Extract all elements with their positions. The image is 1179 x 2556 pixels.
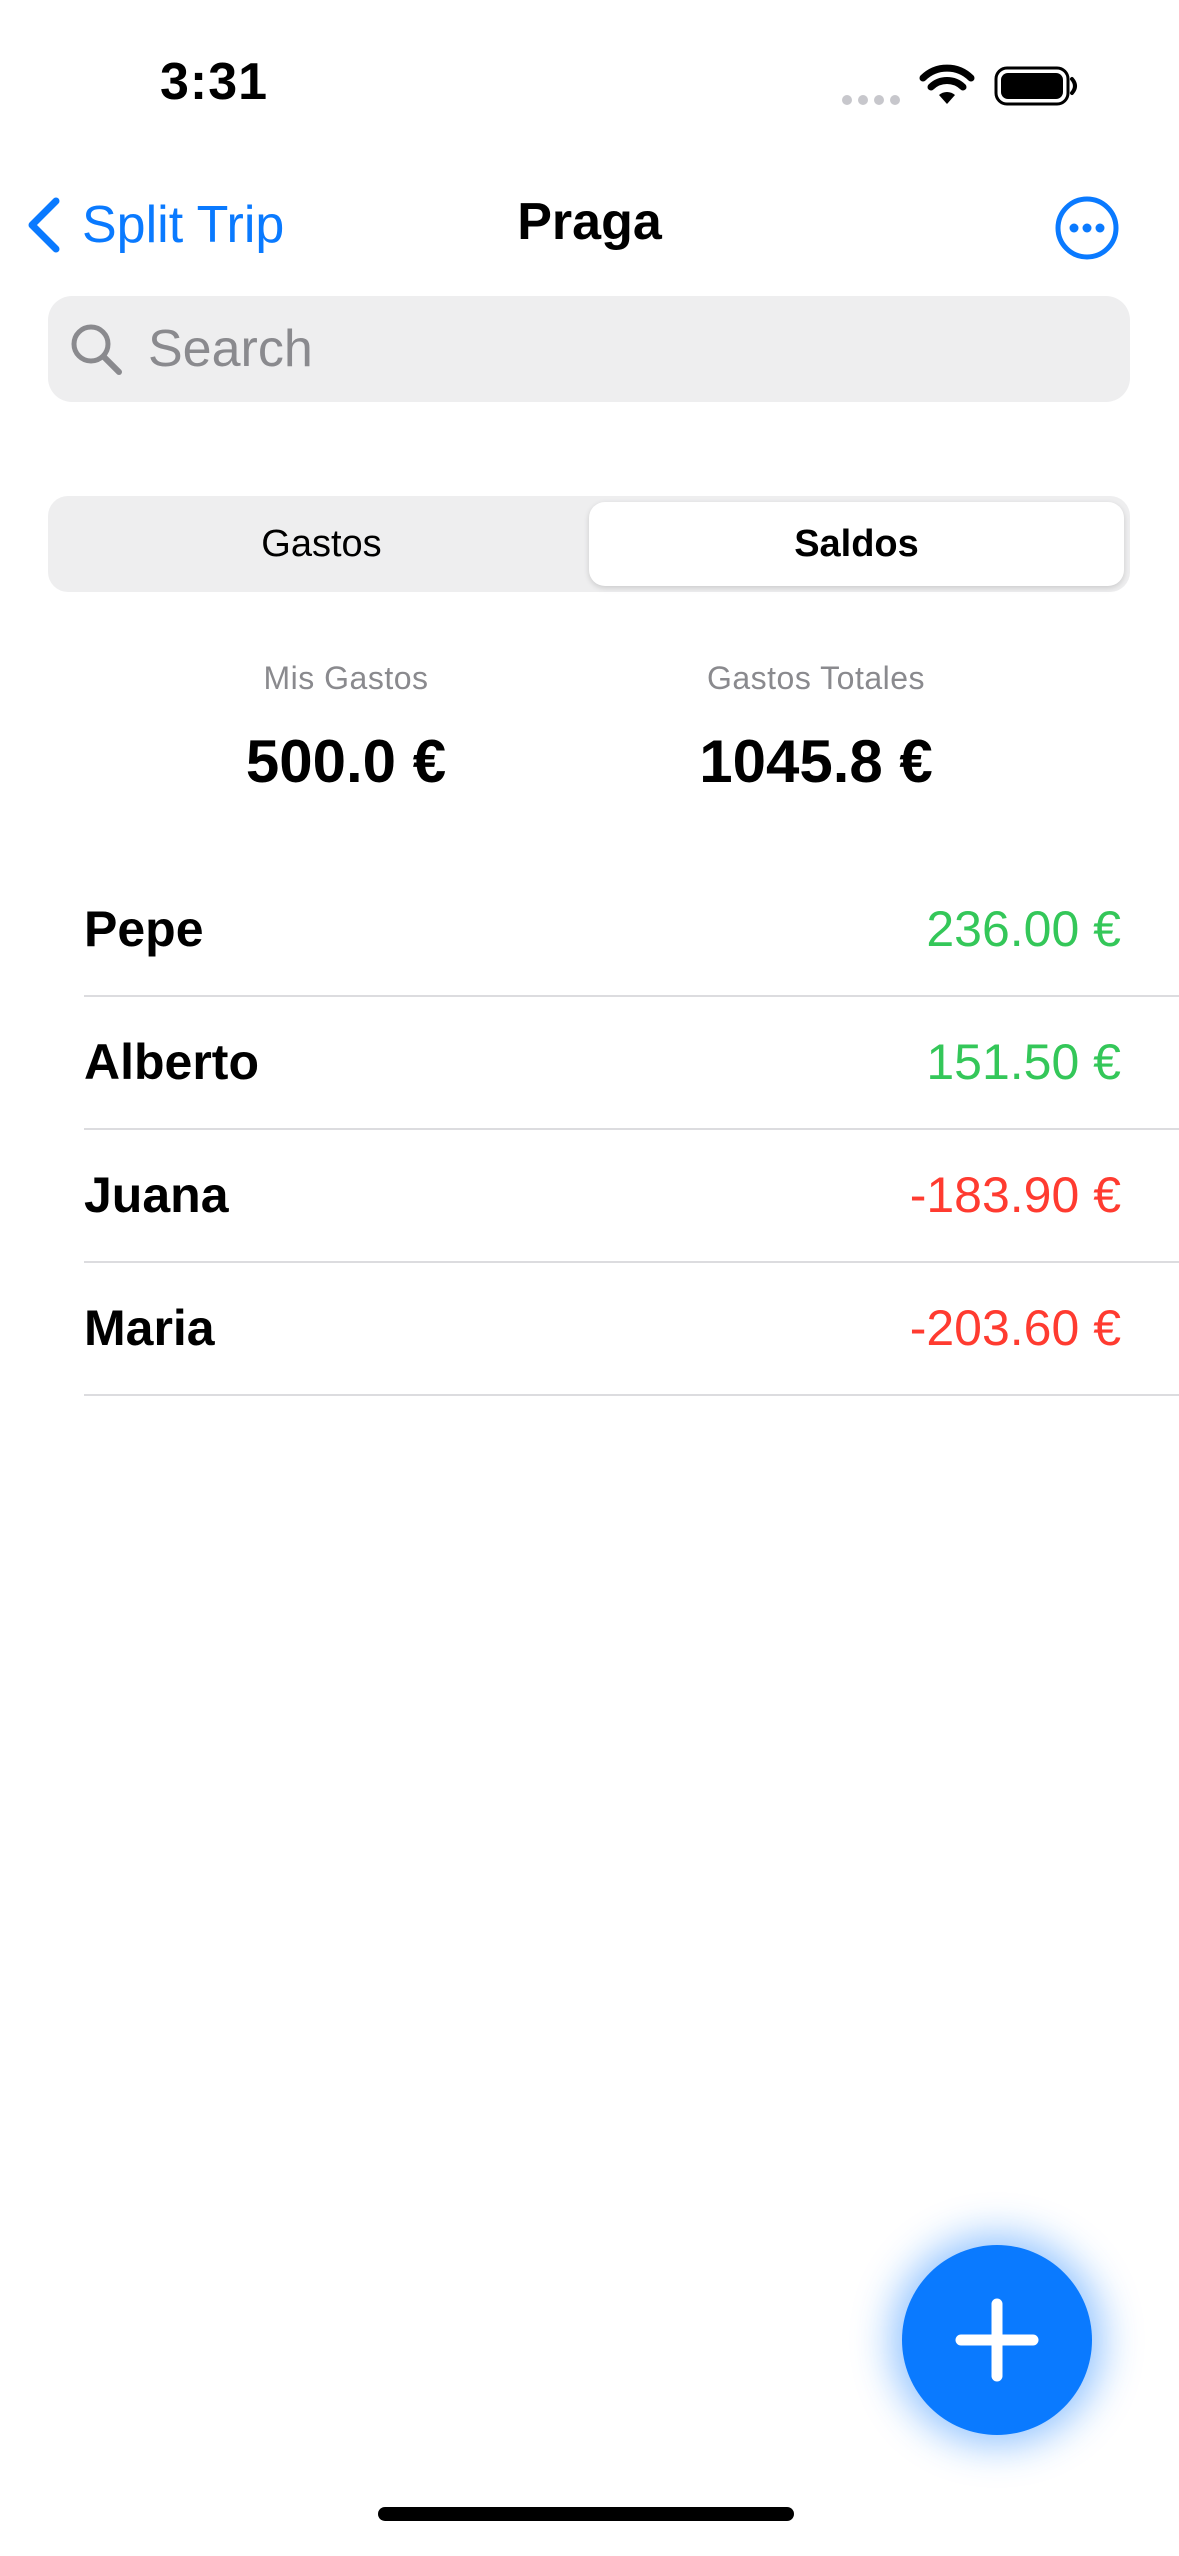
balance-name: Juana: [84, 1167, 229, 1223]
search-icon: [71, 324, 122, 375]
status-time: 3:31: [160, 53, 269, 111]
my-expenses-label: Mis Gastos: [263, 660, 429, 696]
wifi-icon: [919, 64, 975, 104]
page-title: Praga: [517, 193, 662, 251]
balance-row-alberto[interactable]: Alberto 151.50 €: [84, 997, 1179, 1130]
my-expenses-value: 500.0 €: [245, 728, 447, 795]
balance-row-pepe[interactable]: Pepe 236.00 €: [84, 864, 1179, 997]
balance-name: Pepe: [84, 901, 204, 957]
balances-list: Pepe 236.00 € Alberto 151.50 € Juana -18…: [84, 864, 1179, 1396]
balance-name: Maria: [84, 1300, 215, 1356]
total-expenses-summary: Gastos Totales 1045.8 €: [606, 660, 1026, 796]
cellular-signal-icon: [842, 95, 902, 107]
search-input[interactable]: [146, 318, 1050, 380]
battery-icon: [994, 66, 1077, 106]
balance-amount: 151.50 €: [926, 1034, 1121, 1090]
total-expenses-label: Gastos Totales: [706, 660, 926, 696]
plus-icon: [955, 2298, 1039, 2382]
balance-amount: -203.60 €: [909, 1300, 1121, 1356]
balance-name: Alberto: [84, 1034, 259, 1090]
ellipsis-circle-icon[interactable]: [1054, 195, 1120, 261]
balance-amount: 236.00 €: [926, 901, 1121, 957]
segment-gastos[interactable]: Gastos: [54, 502, 589, 586]
home-indicator: [378, 2507, 794, 2521]
segmented-control: Gastos Saldos: [48, 496, 1130, 592]
balance-row-maria[interactable]: Maria -203.60 €: [84, 1263, 1179, 1396]
add-expense-button[interactable]: [902, 2245, 1092, 2435]
balance-row-juana[interactable]: Juana -183.90 €: [84, 1130, 1179, 1263]
search-bar[interactable]: [48, 296, 1130, 402]
my-expenses-summary: Mis Gastos 500.0 €: [136, 660, 556, 796]
segment-saldos[interactable]: Saldos: [589, 502, 1124, 586]
balance-amount: -183.90 €: [909, 1167, 1121, 1223]
total-expenses-value: 1045.8 €: [699, 728, 933, 795]
